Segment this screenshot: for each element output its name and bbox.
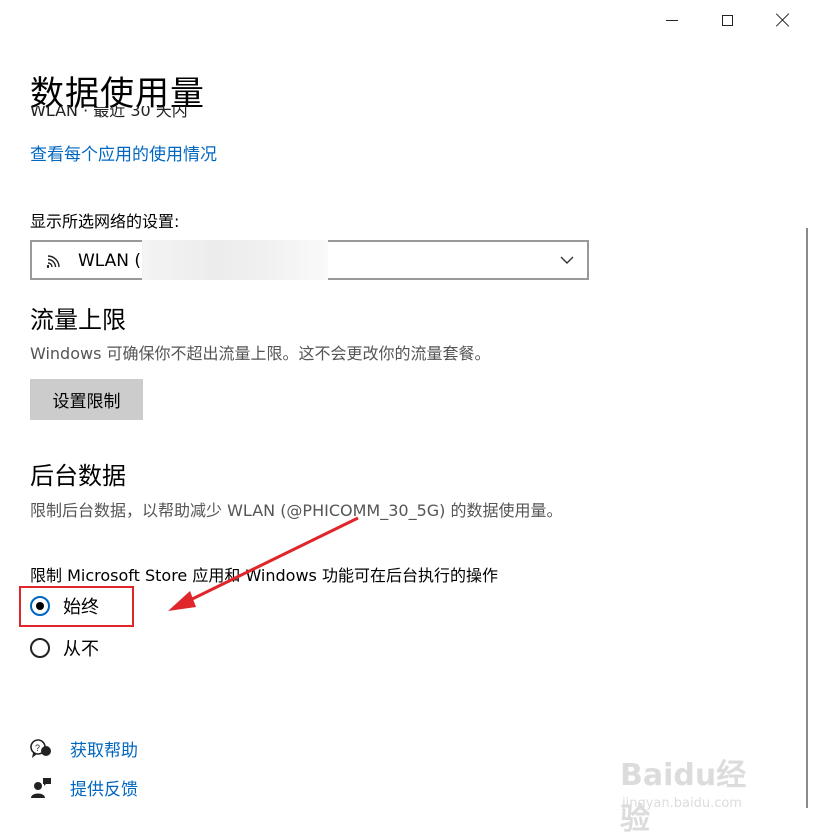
network-selected-value: WLAN ( [78, 251, 142, 271]
feedback-person-icon [31, 777, 51, 798]
set-limit-button[interactable]: 设置限制 [30, 379, 143, 420]
annotation-arrow-icon [168, 516, 359, 611]
radio-label-never: 从不 [63, 639, 99, 660]
close-button[interactable] [765, 8, 801, 32]
data-limit-description: Windows 可确保你不超出流量上限。这不会更改你的流量套餐。 [30, 344, 491, 363]
network-select-label: 显示所选网络的设置: [30, 212, 180, 231]
baidu-watermark: Baidu经验 jingyan.baidu.com [620, 750, 770, 837]
data-limit-heading: 流量上限 [30, 306, 126, 334]
give-feedback-link[interactable]: 提供反馈 [30, 775, 138, 800]
watermark-subtext: jingyan.baidu.com [622, 796, 742, 811]
chevron-down-icon [560, 256, 574, 264]
clipped-usage-text: WLAN · 最近 30 天内 [30, 106, 210, 122]
background-data-heading: 后台数据 [30, 462, 126, 490]
view-app-usage-link[interactable]: 查看每个应用的使用情况 [30, 140, 217, 165]
maximize-button[interactable] [709, 8, 745, 32]
get-help-label: 获取帮助 [70, 741, 138, 761]
watermark-text: Baidu经验 [620, 758, 747, 837]
scrollbar-thumb[interactable] [806, 228, 808, 808]
radio-option-never[interactable]: 从不 [30, 635, 99, 661]
svg-text:?: ? [35, 743, 40, 753]
give-feedback-label: 提供反馈 [70, 780, 138, 800]
clipped-usage-label: WLAN · 最近 30 天内 [30, 106, 188, 120]
minimize-button[interactable] [654, 8, 690, 32]
redacted-network-name [142, 240, 328, 280]
network-dropdown[interactable]: WLAN ( [30, 240, 589, 280]
get-help-link[interactable]: ? 获取帮助 [30, 736, 138, 761]
minimize-icon [666, 19, 678, 21]
wifi-icon [46, 255, 60, 269]
radio-button-unchecked[interactable] [30, 638, 50, 658]
annotation-highlight-box [19, 586, 134, 627]
maximize-icon [721, 14, 733, 26]
help-chat-icon: ? [30, 738, 51, 758]
close-icon [776, 13, 790, 27]
